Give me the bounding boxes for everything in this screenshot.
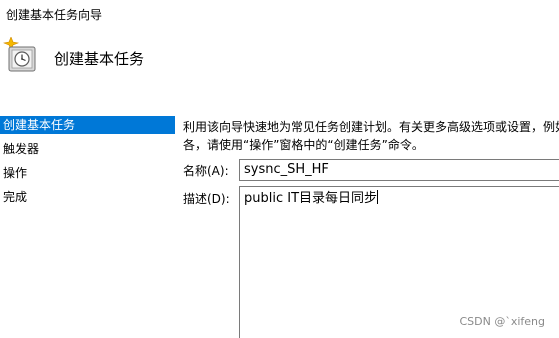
header-title: 创建基本任务 <box>54 50 145 68</box>
wizard-steps-sidebar: 创建基本任务 触发器 操作 完成 <box>0 116 175 338</box>
task-clock-sparkle-icon <box>2 36 37 73</box>
name-input[interactable]: sysnc_SH_HF <box>239 159 559 181</box>
sidebar-item-create-basic-task[interactable]: 创建基本任务 <box>0 116 175 134</box>
sidebar-item-trigger[interactable]: 触发器 <box>0 140 175 158</box>
sidebar-item-label: 触发器 <box>3 142 40 156</box>
description-line-2: 各，请使用“操作”窗格中的“创建任务”命令。 <box>183 138 424 152</box>
name-label: 名称(A): <box>183 164 229 178</box>
csdn-watermark: CSDN @`xifeng <box>459 315 545 328</box>
description-textarea-value: public IT目录每日同步 <box>244 191 378 206</box>
name-input-value: sysnc_SH_HF <box>244 162 329 177</box>
window-title: 创建基本任务向导 <box>6 8 103 22</box>
description-line-1: 利用该向导快速地为常见任务创建计划。有关更多高级选项或设置，例如多 <box>183 120 559 134</box>
sidebar-item-finish[interactable]: 完成 <box>0 188 175 206</box>
sidebar-item-action[interactable]: 操作 <box>0 164 175 182</box>
wizard-header: 创建基本任务 <box>0 30 559 100</box>
title-bar: 创建基本任务向导 <box>0 0 559 30</box>
description-label: 描述(D): <box>183 192 230 206</box>
sidebar-item-label: 完成 <box>3 190 28 204</box>
text-caret <box>377 190 379 204</box>
wizard-content: 利用该向导快速地为常见任务创建计划。有关更多高级选项或设置，例如多 各，请使用“… <box>175 116 559 338</box>
wizard-window: 创建基本任务向导 创建基本任务 创建基本任务 触发器 操作 完成 利用该向导快速… <box>0 0 559 338</box>
sidebar-item-label: 操作 <box>3 166 28 180</box>
sidebar-item-label: 创建基本任务 <box>3 118 76 132</box>
